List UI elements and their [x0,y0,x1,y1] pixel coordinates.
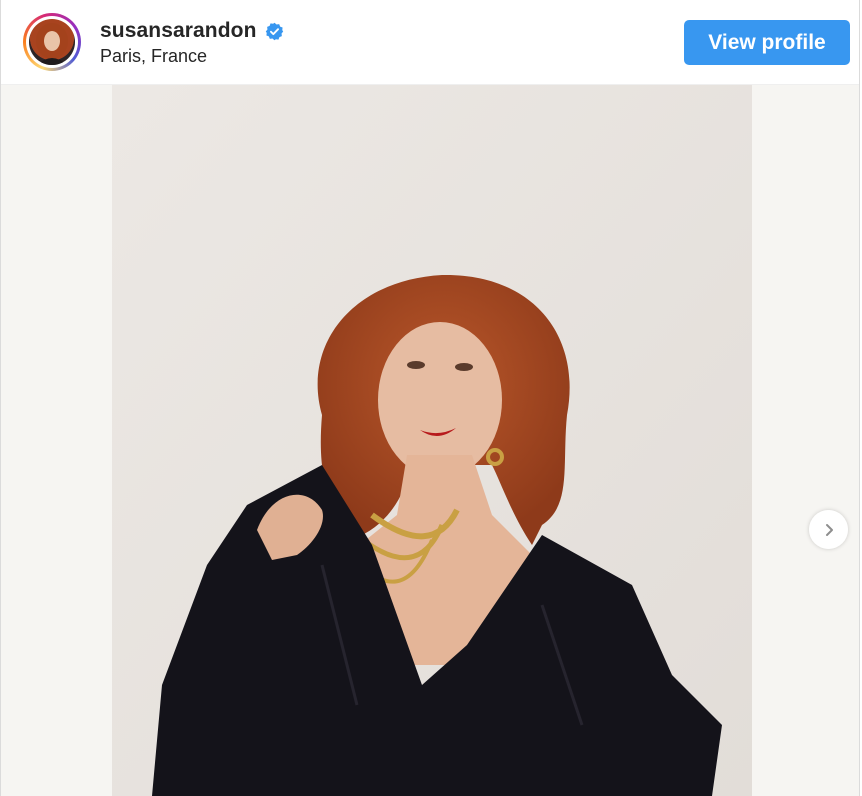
username-row: susansarandon [100,19,284,43]
post-photo[interactable] [112,85,752,796]
post-header: susansarandon Paris, France View profile [1,0,859,85]
avatar-photo [29,19,75,65]
post-location[interactable]: Paris, France [100,46,207,67]
username-link[interactable]: susansarandon [100,19,257,43]
chevron-right-icon [825,523,833,536]
photo-illustration [112,85,752,796]
verified-badge-icon [265,22,284,41]
next-photo-button[interactable] [809,510,848,549]
instagram-embed: susansarandon Paris, France View profile [0,0,860,796]
post-media [1,85,859,796]
avatar[interactable] [23,13,81,71]
avatar-frame [26,16,78,68]
avatar-illustration [36,23,68,65]
view-profile-button[interactable]: View profile [684,20,850,65]
